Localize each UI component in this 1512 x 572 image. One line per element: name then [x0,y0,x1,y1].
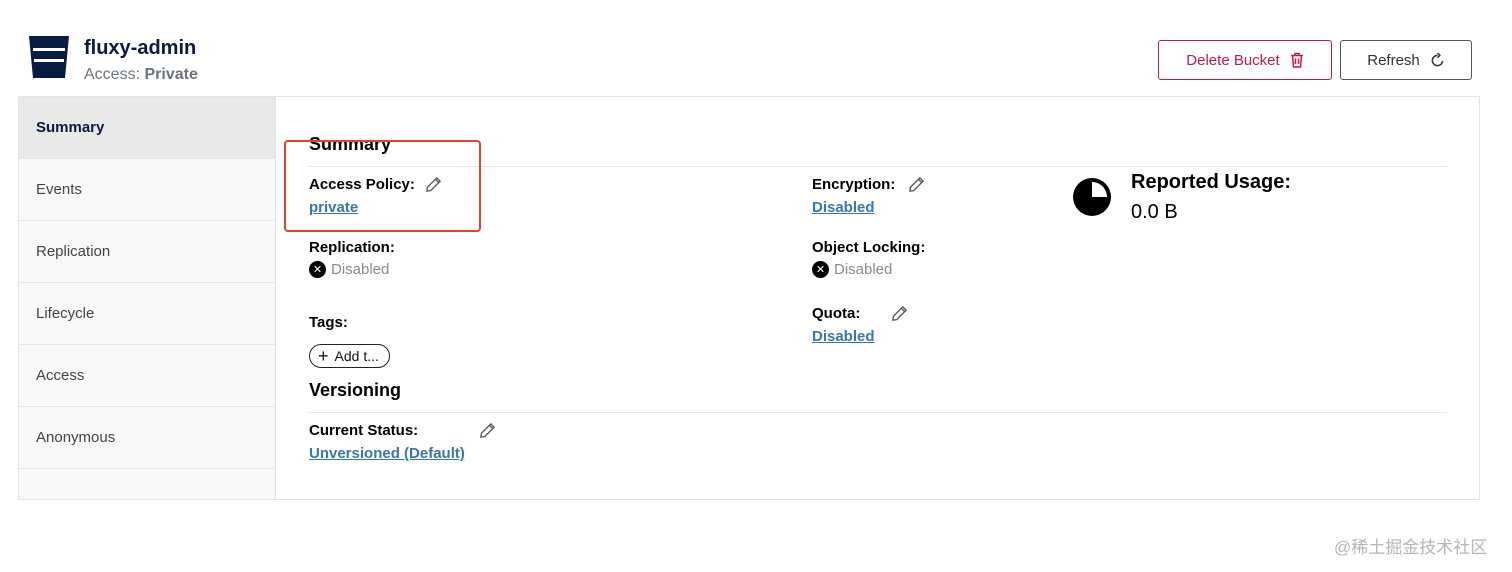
replication-value: Disabled [331,261,390,278]
sidebar: Summary Events Replication Lifecycle Acc… [19,97,276,499]
disabled-x-icon: ✕ [812,261,829,278]
access-label: Access: [84,66,141,83]
object-locking-label: Object Locking: [812,239,926,256]
refresh-label: Refresh [1367,51,1420,69]
reported-usage-value: 0.0 B [1131,201,1178,223]
sidebar-item-access[interactable]: Access [19,345,275,407]
edit-encryption-icon[interactable] [903,171,929,197]
quota-link[interactable]: Disabled [812,328,875,345]
bucket-access: Access: Private [84,66,198,84]
quota-label: Quota: [812,305,861,322]
encryption-label: Encryption: [812,176,896,193]
summary-title: Summary [309,134,392,154]
sidebar-item-events[interactable]: Events [19,159,275,221]
tags-label: Tags: [309,314,348,331]
bucket-header: fluxy-admin Access: Private Delete Bucke… [0,0,1512,96]
refresh-button[interactable]: Refresh [1340,40,1472,80]
trash-icon [1290,52,1304,68]
object-locking-status: ✕ Disabled [812,261,892,278]
watermark: @稀土掘金技术社区 [1334,538,1488,557]
edit-versioning-icon[interactable] [474,417,500,443]
bucket-name: fluxy-admin [84,37,197,59]
versioning-status-link[interactable]: Unversioned (Default) [309,445,465,462]
versioning-title: Versioning [309,380,402,400]
replication-label: Replication: [309,239,395,256]
access-policy-link[interactable]: private [309,199,358,216]
add-tag-label: Add t... [334,348,379,364]
encryption-link[interactable]: Disabled [812,199,875,216]
disabled-x-icon: ✕ [309,261,326,278]
add-tag-button[interactable]: + Add t... [309,344,390,368]
bucket-panel: Summary Events Replication Lifecycle Acc… [18,96,1480,500]
refresh-icon [1430,52,1445,68]
bucket-icon [26,34,72,80]
object-locking-value: Disabled [834,261,893,278]
plus-icon: + [318,346,329,366]
delete-bucket-label: Delete Bucket [1186,51,1280,69]
reported-usage-label: Reported Usage: [1131,171,1292,193]
summary-divider [309,166,1447,167]
sidebar-item-summary[interactable]: Summary [19,97,275,159]
sidebar-item-replication[interactable]: Replication [19,221,275,283]
usage-pie-icon [1072,177,1112,222]
access-value: Private [144,66,198,83]
edit-access-policy-icon[interactable] [420,171,446,197]
versioning-divider [309,412,1447,413]
delete-bucket-button[interactable]: Delete Bucket [1158,40,1332,80]
sidebar-item-lifecycle[interactable]: Lifecycle [19,283,275,345]
edit-quota-icon[interactable] [886,300,912,326]
replication-status: ✕ Disabled [309,261,389,278]
access-policy-label: Access Policy: [309,176,415,193]
summary-content: Summary Access Policy: private Replicati… [276,97,1479,499]
sidebar-item-anonymous[interactable]: Anonymous [19,407,275,469]
current-status-label: Current Status: [309,422,419,439]
